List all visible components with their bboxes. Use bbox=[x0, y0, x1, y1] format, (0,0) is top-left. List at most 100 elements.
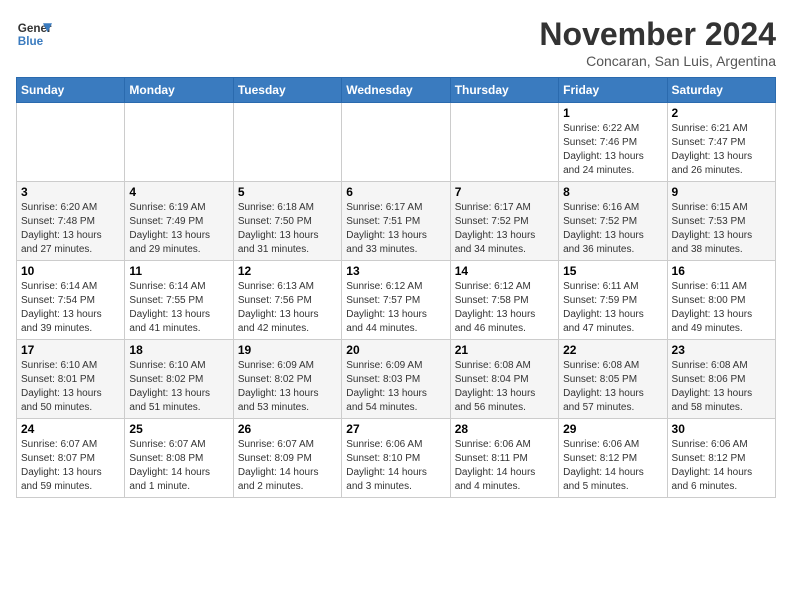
day-number: 3 bbox=[21, 185, 120, 199]
calendar-table: SundayMondayTuesdayWednesdayThursdayFrid… bbox=[16, 77, 776, 498]
weekday-header-tuesday: Tuesday bbox=[233, 78, 341, 103]
calendar-cell: 12 Sunrise: 6:13 AM Sunset: 7:56 PM Dayli… bbox=[233, 261, 341, 340]
day-number: 11 bbox=[129, 264, 228, 278]
day-number: 17 bbox=[21, 343, 120, 357]
day-info: Sunrise: 6:11 AM Sunset: 8:00 PM Dayligh… bbox=[672, 280, 771, 336]
day-info: Sunrise: 6:20 AM Sunset: 7:48 PM Dayligh… bbox=[21, 201, 120, 257]
day-number: 12 bbox=[238, 264, 337, 278]
calendar-cell: 5Sunrise: 6:18 AM Sunset: 7:50 PM Daylig… bbox=[233, 182, 341, 261]
day-info: Sunrise: 6:09 AM Sunset: 8:03 PM Dayligh… bbox=[346, 359, 445, 415]
day-info: Sunrise: 6:10 AM Sunset: 8:01 PM Dayligh… bbox=[21, 359, 120, 415]
day-number: 14 bbox=[455, 264, 554, 278]
calendar-week-row: 3 Sunrise: 6:20 AM Sunset: 7:48 PM Daylig… bbox=[17, 182, 776, 261]
calendar-cell: 30 Sunrise: 6:06 AM Sunset: 8:12 PM Dayli… bbox=[667, 419, 775, 498]
calendar-cell: 1 Sunrise: 6:22 AM Sunset: 7:46 PM Daylig… bbox=[559, 103, 667, 182]
title-area: November 2024 Concaran, San Luis, Argent… bbox=[539, 16, 776, 69]
day-info: Sunrise: 6:12 AM Sunset: 7:58 PM Dayligh… bbox=[455, 280, 554, 336]
month-title: November 2024 bbox=[539, 16, 776, 53]
day-info: Sunrise: 6:09 AM Sunset: 8:02 PM Dayligh… bbox=[238, 359, 337, 415]
day-number: 25 bbox=[129, 422, 228, 436]
calendar-week-row: 1 Sunrise: 6:22 AM Sunset: 7:46 PM Daylig… bbox=[17, 103, 776, 182]
day-info: Sunrise: 6:06 AM Sunset: 8:10 PM Dayligh… bbox=[346, 438, 445, 494]
calendar-cell: 21Sunrise: 6:08 AM Sunset: 8:04 PM Dayli… bbox=[450, 340, 558, 419]
day-number: 2 bbox=[672, 106, 771, 120]
calendar-cell: 7Sunrise: 6:17 AM Sunset: 7:52 PM Daylig… bbox=[450, 182, 558, 261]
calendar-cell: 22 Sunrise: 6:08 AM Sunset: 8:05 PM Dayli… bbox=[559, 340, 667, 419]
day-info: Sunrise: 6:08 AM Sunset: 8:05 PM Dayligh… bbox=[563, 359, 662, 415]
calendar-cell bbox=[233, 103, 341, 182]
calendar-cell: 8 Sunrise: 6:16 AM Sunset: 7:52 PM Daylig… bbox=[559, 182, 667, 261]
day-info: Sunrise: 6:06 AM Sunset: 8:11 PM Dayligh… bbox=[455, 438, 554, 494]
day-number: 1 bbox=[563, 106, 662, 120]
day-info: Sunrise: 6:13 AM Sunset: 7:56 PM Dayligh… bbox=[238, 280, 337, 336]
day-info: Sunrise: 6:21 AM Sunset: 7:47 PM Dayligh… bbox=[672, 122, 771, 178]
calendar-cell bbox=[125, 103, 233, 182]
day-number: 26 bbox=[238, 422, 337, 436]
day-number: 4 bbox=[129, 185, 228, 199]
calendar-cell: 4 Sunrise: 6:19 AM Sunset: 7:49 PM Daylig… bbox=[125, 182, 233, 261]
page-header: General Blue November 2024 Concaran, San… bbox=[16, 16, 776, 69]
weekday-header-saturday: Saturday bbox=[667, 78, 775, 103]
weekday-header-thursday: Thursday bbox=[450, 78, 558, 103]
day-info: Sunrise: 6:10 AM Sunset: 8:02 PM Dayligh… bbox=[129, 359, 228, 415]
day-info: Sunrise: 6:06 AM Sunset: 8:12 PM Dayligh… bbox=[563, 438, 662, 494]
calendar-week-row: 10Sunrise: 6:14 AM Sunset: 7:54 PM Dayli… bbox=[17, 261, 776, 340]
day-info: Sunrise: 6:14 AM Sunset: 7:55 PM Dayligh… bbox=[129, 280, 228, 336]
calendar-cell: 11 Sunrise: 6:14 AM Sunset: 7:55 PM Dayli… bbox=[125, 261, 233, 340]
calendar-cell: 25 Sunrise: 6:07 AM Sunset: 8:08 PM Dayli… bbox=[125, 419, 233, 498]
day-number: 18 bbox=[129, 343, 228, 357]
day-number: 8 bbox=[563, 185, 662, 199]
day-info: Sunrise: 6:07 AM Sunset: 8:08 PM Dayligh… bbox=[129, 438, 228, 494]
day-number: 6 bbox=[346, 185, 445, 199]
calendar-week-row: 17 Sunrise: 6:10 AM Sunset: 8:01 PM Dayli… bbox=[17, 340, 776, 419]
calendar-cell: 29Sunrise: 6:06 AM Sunset: 8:12 PM Dayli… bbox=[559, 419, 667, 498]
calendar-cell: 13Sunrise: 6:12 AM Sunset: 7:57 PM Dayli… bbox=[342, 261, 450, 340]
calendar-cell: 2 Sunrise: 6:21 AM Sunset: 7:47 PM Daylig… bbox=[667, 103, 775, 182]
day-info: Sunrise: 6:17 AM Sunset: 7:51 PM Dayligh… bbox=[346, 201, 445, 257]
calendar-cell: 27 Sunrise: 6:06 AM Sunset: 8:10 PM Dayli… bbox=[342, 419, 450, 498]
calendar-cell: 19 Sunrise: 6:09 AM Sunset: 8:02 PM Dayli… bbox=[233, 340, 341, 419]
calendar-cell: 14 Sunrise: 6:12 AM Sunset: 7:58 PM Dayli… bbox=[450, 261, 558, 340]
day-number: 16 bbox=[672, 264, 771, 278]
logo-icon: General Blue bbox=[16, 16, 52, 52]
calendar-cell: 24Sunrise: 6:07 AM Sunset: 8:07 PM Dayli… bbox=[17, 419, 125, 498]
calendar-cell bbox=[342, 103, 450, 182]
day-number: 27 bbox=[346, 422, 445, 436]
calendar-cell: 16 Sunrise: 6:11 AM Sunset: 8:00 PM Dayli… bbox=[667, 261, 775, 340]
day-number: 15 bbox=[563, 264, 662, 278]
svg-text:Blue: Blue bbox=[18, 35, 44, 48]
weekday-header-monday: Monday bbox=[125, 78, 233, 103]
day-number: 19 bbox=[238, 343, 337, 357]
weekday-header-wednesday: Wednesday bbox=[342, 78, 450, 103]
calendar-cell: 9 Sunrise: 6:15 AM Sunset: 7:53 PM Daylig… bbox=[667, 182, 775, 261]
calendar-cell: 26Sunrise: 6:07 AM Sunset: 8:09 PM Dayli… bbox=[233, 419, 341, 498]
calendar-cell: 18 Sunrise: 6:10 AM Sunset: 8:02 PM Dayli… bbox=[125, 340, 233, 419]
day-info: Sunrise: 6:06 AM Sunset: 8:12 PM Dayligh… bbox=[672, 438, 771, 494]
day-info: Sunrise: 6:11 AM Sunset: 7:59 PM Dayligh… bbox=[563, 280, 662, 336]
day-number: 20 bbox=[346, 343, 445, 357]
day-info: Sunrise: 6:15 AM Sunset: 7:53 PM Dayligh… bbox=[672, 201, 771, 257]
day-info: Sunrise: 6:08 AM Sunset: 8:06 PM Dayligh… bbox=[672, 359, 771, 415]
calendar-cell: 15 Sunrise: 6:11 AM Sunset: 7:59 PM Dayli… bbox=[559, 261, 667, 340]
day-info: Sunrise: 6:14 AM Sunset: 7:54 PM Dayligh… bbox=[21, 280, 120, 336]
day-number: 21 bbox=[455, 343, 554, 357]
day-info: Sunrise: 6:22 AM Sunset: 7:46 PM Dayligh… bbox=[563, 122, 662, 178]
day-number: 23 bbox=[672, 343, 771, 357]
calendar-cell: 23 Sunrise: 6:08 AM Sunset: 8:06 PM Dayli… bbox=[667, 340, 775, 419]
day-number: 7 bbox=[455, 185, 554, 199]
location-subtitle: Concaran, San Luis, Argentina bbox=[539, 53, 776, 69]
day-number: 9 bbox=[672, 185, 771, 199]
calendar-cell: 28 Sunrise: 6:06 AM Sunset: 8:11 PM Dayli… bbox=[450, 419, 558, 498]
day-number: 28 bbox=[455, 422, 554, 436]
day-info: Sunrise: 6:16 AM Sunset: 7:52 PM Dayligh… bbox=[563, 201, 662, 257]
day-info: Sunrise: 6:19 AM Sunset: 7:49 PM Dayligh… bbox=[129, 201, 228, 257]
day-number: 24 bbox=[21, 422, 120, 436]
calendar-cell bbox=[17, 103, 125, 182]
weekday-header-sunday: Sunday bbox=[17, 78, 125, 103]
calendar-cell: 20 Sunrise: 6:09 AM Sunset: 8:03 PM Dayli… bbox=[342, 340, 450, 419]
calendar-cell bbox=[450, 103, 558, 182]
day-number: 22 bbox=[563, 343, 662, 357]
calendar-cell: 17 Sunrise: 6:10 AM Sunset: 8:01 PM Dayli… bbox=[17, 340, 125, 419]
weekday-header-row: SundayMondayTuesdayWednesdayThursdayFrid… bbox=[17, 78, 776, 103]
day-number: 30 bbox=[672, 422, 771, 436]
